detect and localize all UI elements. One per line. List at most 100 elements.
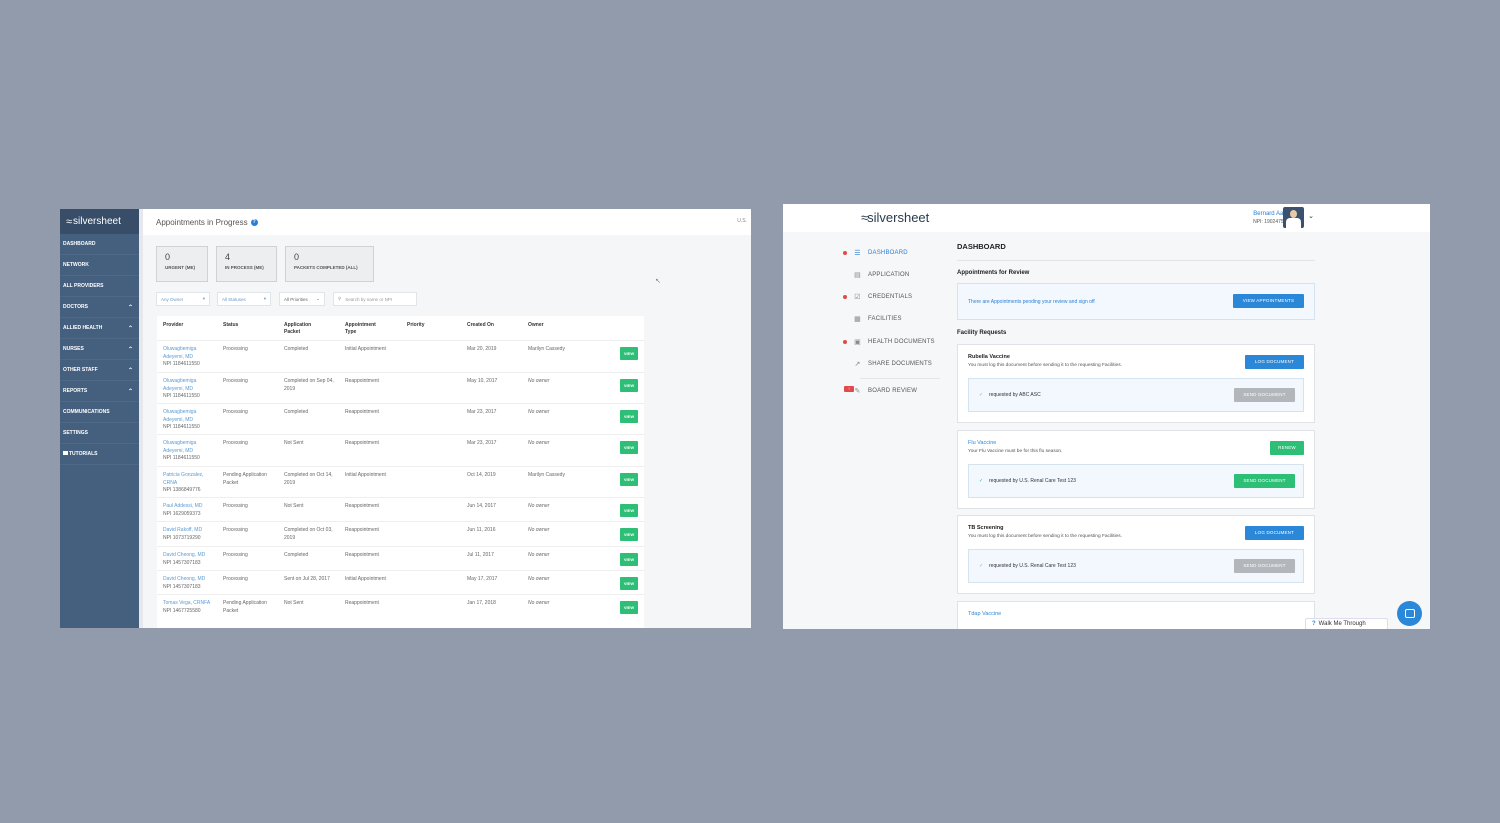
cell-provider[interactable]: Oluwagbemiga Adeyemi, MD NPI 1184611550 bbox=[163, 409, 211, 432]
admin-sidebar: ≈ silversheet DASHBOARD NETWORK ALL PROVID… bbox=[60, 209, 139, 628]
sidebar-item-settings[interactable]: SETTINGS bbox=[60, 423, 139, 444]
chevron-up-icon[interactable]: ⌃ bbox=[128, 388, 133, 395]
cell-created: Oct 14, 2019 bbox=[467, 472, 521, 480]
search-input[interactable]: ⚲ Search by name or NPI bbox=[333, 292, 417, 306]
stat-in-process[interactable]: 4 IN PROCESS (ME) bbox=[216, 246, 277, 282]
column-header-packet[interactable]: Application Packet bbox=[284, 322, 324, 336]
nav-item-board-review[interactable]: ✎ BOARD REVIEW bbox=[843, 384, 917, 398]
chevron-down-icon[interactable]: ⌄ bbox=[1308, 212, 1314, 220]
nav-item-dashboard[interactable]: ☰ DASHBOARD bbox=[843, 246, 908, 260]
column-header-provider[interactable]: Provider bbox=[163, 322, 213, 329]
cell-provider[interactable]: David Cheong, MD NPI 1457307183 bbox=[163, 576, 211, 591]
send-document-button[interactable]: SEND DOCUMENT bbox=[1234, 388, 1295, 402]
help-icon[interactable]: ? bbox=[250, 218, 258, 226]
chat-icon[interactable] bbox=[1397, 601, 1422, 626]
cell-created: Jul 11, 2017 bbox=[467, 552, 521, 560]
column-header-type[interactable]: Appointment Type bbox=[345, 322, 385, 336]
cell-provider[interactable]: Paul Addessi, MD NPI 1629059373 bbox=[163, 503, 211, 518]
requested-by-text: requested by U.S. Renal Care Test 123 bbox=[989, 563, 1076, 569]
sidebar-item-network[interactable]: NETWORK bbox=[60, 255, 139, 276]
status-filter[interactable]: All Statuses ▾ bbox=[217, 292, 271, 306]
table-row[interactable]: Oluwagbemiga Adeyemi, MD NPI 1184611550 Pr… bbox=[157, 434, 644, 466]
column-header-owner[interactable]: Owner bbox=[528, 322, 578, 329]
view-button[interactable]: VIEW bbox=[620, 528, 638, 541]
column-header-created[interactable]: Created On bbox=[467, 322, 517, 329]
sidebar-item-allied-health[interactable]: ALLIED HEALTH ⌃ bbox=[60, 318, 139, 339]
view-appointments-button[interactable]: VIEW APPOINTMENTS bbox=[1233, 294, 1304, 308]
cell-created: Jun 11, 2016 bbox=[467, 527, 521, 535]
nav-item-health-documents[interactable]: ▣ HEALTH DOCUMENTS bbox=[843, 335, 935, 349]
region-selector[interactable]: U.S. bbox=[737, 218, 747, 224]
column-header-status[interactable]: Status bbox=[223, 322, 273, 329]
table-row[interactable]: Oluwagbemiga Adeyemi, MD NPI 1184611550 Pr… bbox=[157, 403, 644, 434]
view-button[interactable]: VIEW bbox=[620, 504, 638, 517]
nav-item-label: CREDENTIALS bbox=[868, 294, 913, 300]
walk-me-through-button[interactable]: ? Walk Me Through bbox=[1305, 618, 1388, 629]
view-button[interactable]: VIEW bbox=[620, 347, 638, 360]
chevron-up-icon[interactable]: ⌃ bbox=[128, 325, 133, 332]
nav-item-share-documents[interactable]: ↗ SHARE DOCUMENTS bbox=[843, 357, 932, 371]
priority-filter[interactable]: All Priorities ⌄ bbox=[279, 292, 325, 306]
owner-text: No owner bbox=[528, 576, 550, 582]
owner-filter[interactable]: Any Owner ▾ bbox=[156, 292, 210, 306]
chevron-up-icon[interactable]: ⌃ bbox=[128, 346, 133, 353]
type-text: Initial Appointment bbox=[345, 346, 386, 352]
table-row[interactable]: David Cheong, MD NPI 1457307183 Processing… bbox=[157, 570, 644, 594]
column-header-priority[interactable]: Priority bbox=[407, 322, 447, 329]
send-document-button[interactable]: SEND DOCUMENT bbox=[1234, 559, 1295, 573]
sidebar-item-nurses[interactable]: NURSES ⌃ bbox=[60, 339, 139, 360]
status-text: Processing bbox=[223, 552, 248, 558]
nav-item-facilities[interactable]: ▦ FACILITIES bbox=[843, 312, 902, 326]
sidebar-item-reports[interactable]: REPORTS ⌃ bbox=[60, 381, 139, 402]
nav-item-application[interactable]: ▤ APPLICATION bbox=[843, 268, 909, 282]
cell-provider[interactable]: Patricia Gonzalez, CRNA NPI 1386849776 bbox=[163, 472, 211, 495]
table-row[interactable]: Patricia Gonzalez, CRNA NPI 1386849776 Pen… bbox=[157, 466, 644, 497]
created-text: Jul 11, 2017 bbox=[467, 552, 494, 558]
view-button[interactable]: VIEW bbox=[620, 441, 638, 454]
send-document-button[interactable]: SEND DOCUMENT bbox=[1234, 474, 1295, 488]
stat-packets-completed[interactable]: 0 PACKETS COMPLETED (ALL) bbox=[285, 246, 374, 282]
log-document-button[interactable]: LOG DOCUMENT bbox=[1245, 526, 1304, 540]
provider-text: Paul Addessi, MD bbox=[163, 503, 203, 509]
sidebar-item-tutorials[interactable]: TUTORIALS bbox=[60, 444, 139, 465]
sidebar-item-all-providers[interactable]: ALL PROVIDERS bbox=[60, 276, 139, 297]
chevron-up-icon[interactable]: ⌃ bbox=[128, 304, 133, 311]
status-text: Pending Application Packet bbox=[223, 472, 267, 486]
cell-provider[interactable]: Oluwagbemiga Adeyemi, MD NPI 1184611550 bbox=[163, 440, 211, 463]
cell-owner: No owner bbox=[528, 527, 588, 535]
cell-provider[interactable]: Tomas Vega, CRNFA NPI 1467725580 bbox=[163, 600, 211, 615]
request-name[interactable]: Flu Vaccine bbox=[968, 440, 996, 446]
sidebar-item-other-staff[interactable]: OTHER STAFF ⌃ bbox=[60, 360, 139, 381]
table-row[interactable]: David Cheong, MD NPI 1457307183 Processing… bbox=[157, 546, 644, 570]
table-row[interactable]: Paul Addessi, MD NPI 1629059373 Processing… bbox=[157, 497, 644, 521]
stat-value: 0 bbox=[294, 252, 300, 262]
admin-logo[interactable]: ≈ silversheet bbox=[60, 209, 139, 234]
table-row[interactable]: Oluwagbemiga Adeyemi, MD NPI 1184611550 Pr… bbox=[157, 340, 644, 372]
cell-provider[interactable]: Oluwagbemiga Adeyemi, MD NPI 1184611550 bbox=[163, 346, 211, 369]
table-row[interactable]: Oluwagbemiga Adeyemi, MD NPI 1184611550 Pr… bbox=[157, 372, 644, 403]
view-button[interactable]: VIEW bbox=[620, 601, 638, 614]
cell-provider[interactable]: David Rakoff, MD NPI 1073719290 bbox=[163, 527, 211, 542]
sidebar-item-communications[interactable]: COMMUNICATIONS bbox=[60, 402, 139, 423]
sidebar-item-doctors[interactable]: DOCTORS ⌃ bbox=[60, 297, 139, 318]
avatar[interactable] bbox=[1283, 207, 1304, 228]
table-row[interactable]: Tomas Vega, CRNFA NPI 1467725580 Pending A… bbox=[157, 594, 644, 628]
log-document-button[interactable]: LOG DOCUMENT bbox=[1245, 355, 1304, 369]
view-button[interactable]: VIEW bbox=[620, 473, 638, 486]
request-name[interactable]: Tdap Vaccine bbox=[968, 611, 1001, 617]
cell-provider[interactable]: Oluwagbemiga Adeyemi, MD NPI 1184611550 bbox=[163, 378, 211, 401]
stat-urgent[interactable]: 0 URGENT (ME) bbox=[156, 246, 208, 282]
view-button[interactable]: VIEW bbox=[620, 379, 638, 392]
table-row[interactable]: David Rakoff, MD NPI 1073719290 Processing… bbox=[157, 521, 644, 546]
renew-button[interactable]: RENEW bbox=[1270, 441, 1304, 455]
check-icon: ✓ bbox=[979, 563, 984, 569]
cell-status: Processing bbox=[223, 503, 275, 511]
sidebar-item-dashboard[interactable]: DASHBOARD bbox=[60, 234, 139, 255]
provider-logo[interactable]: ≈ silversheet bbox=[861, 210, 929, 225]
cell-provider[interactable]: David Cheong, MD NPI 1457307183 bbox=[163, 552, 211, 567]
chevron-up-icon[interactable]: ⌃ bbox=[128, 367, 133, 374]
view-button[interactable]: VIEW bbox=[620, 410, 638, 423]
view-button[interactable]: VIEW bbox=[620, 577, 638, 590]
nav-item-credentials[interactable]: ☑ CREDENTIALS bbox=[843, 290, 912, 304]
view-button[interactable]: VIEW bbox=[620, 553, 638, 566]
